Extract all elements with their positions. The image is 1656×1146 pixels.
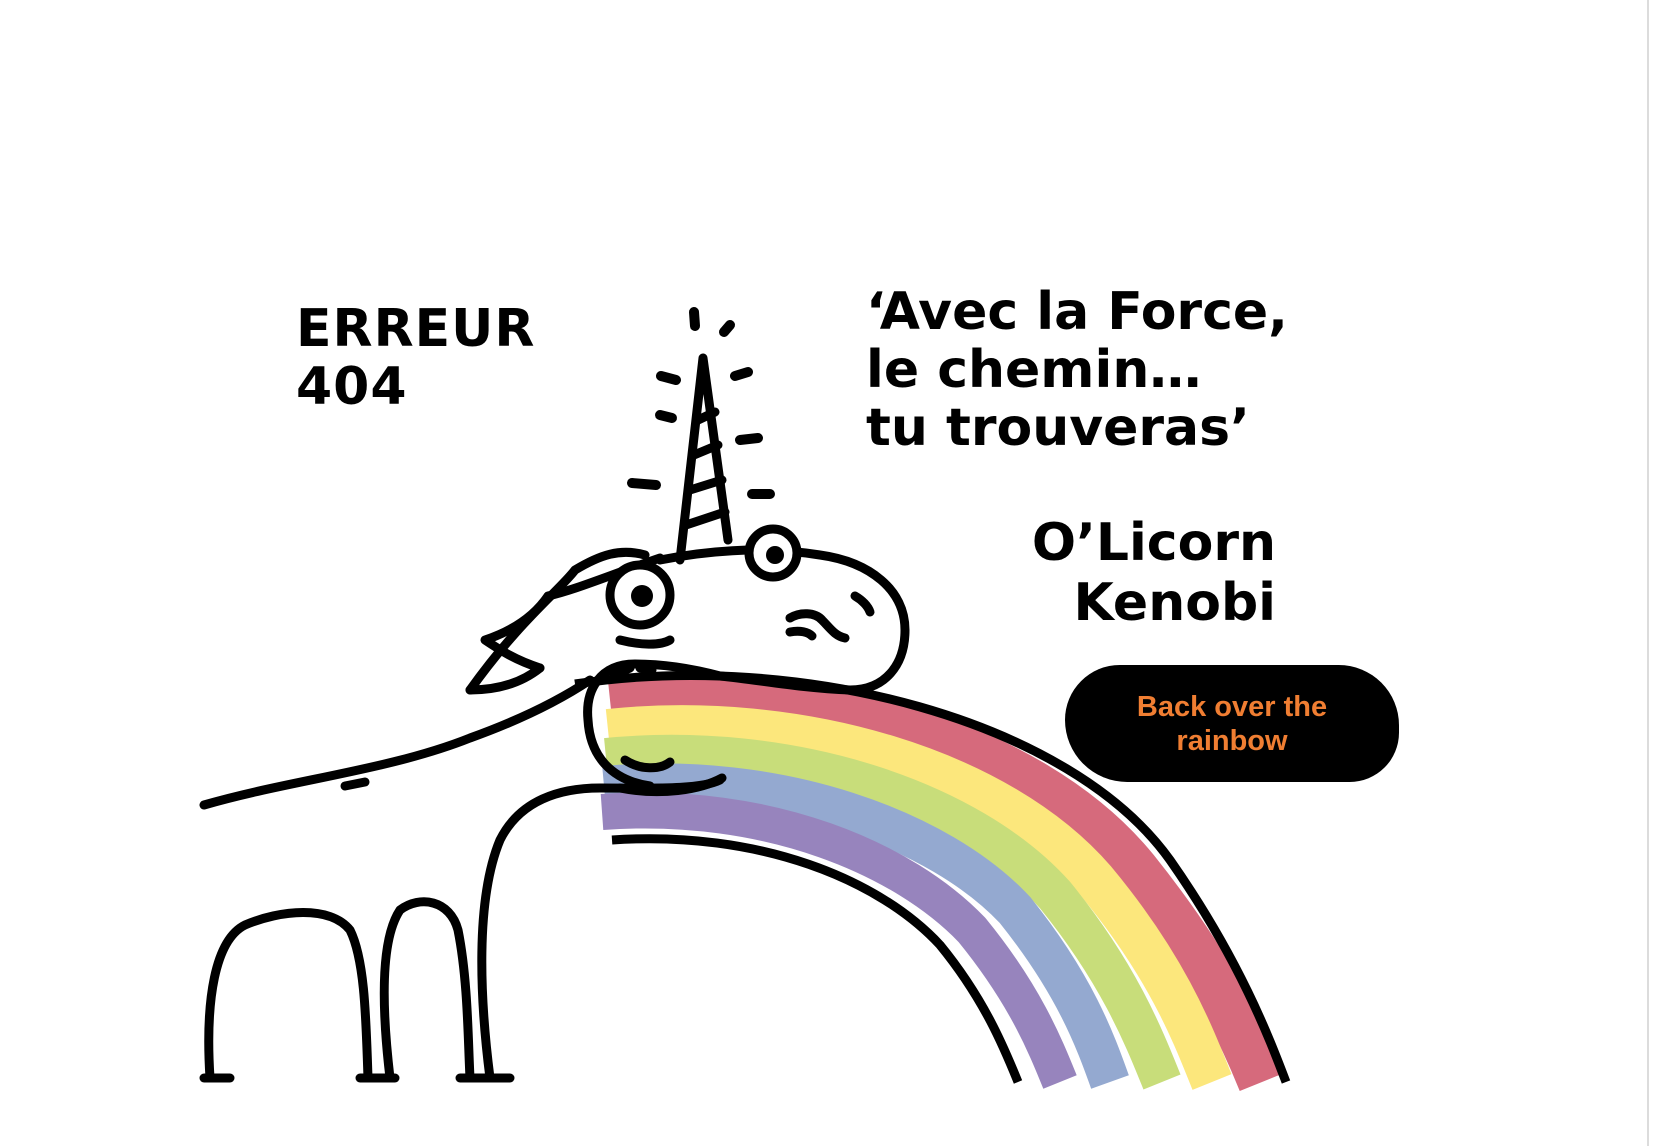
quote-line-1: ‘Avec la Force,: [866, 282, 1288, 342]
error-title: ERREUR 404: [296, 300, 535, 416]
author-line-1: O’Licorn: [1031, 513, 1276, 573]
quote-line-2: le chemin…: [866, 340, 1202, 400]
error-code: 404: [296, 357, 408, 417]
author-line-2: Kenobi: [1073, 573, 1276, 633]
quote-text: ‘Avec la Force, le chemin… tu trouveras’: [866, 283, 1288, 457]
quote-line-3: tu trouveras’: [866, 398, 1250, 458]
button-label-line-1: Back over the: [1136, 690, 1328, 723]
quote-author: O’Licorn Kenobi: [1020, 513, 1276, 633]
unicorn-eyes-icon: [605, 524, 802, 630]
unicorn-rainbow-illustration: [199, 307, 1291, 1092]
button-label-line-2: rainbow: [1176, 724, 1288, 757]
error-title-line-1: ERREUR: [296, 299, 536, 359]
unicorn-horn-icon: [675, 353, 733, 565]
back-over-rainbow-button[interactable]: Back over the rainbow: [1065, 665, 1399, 782]
